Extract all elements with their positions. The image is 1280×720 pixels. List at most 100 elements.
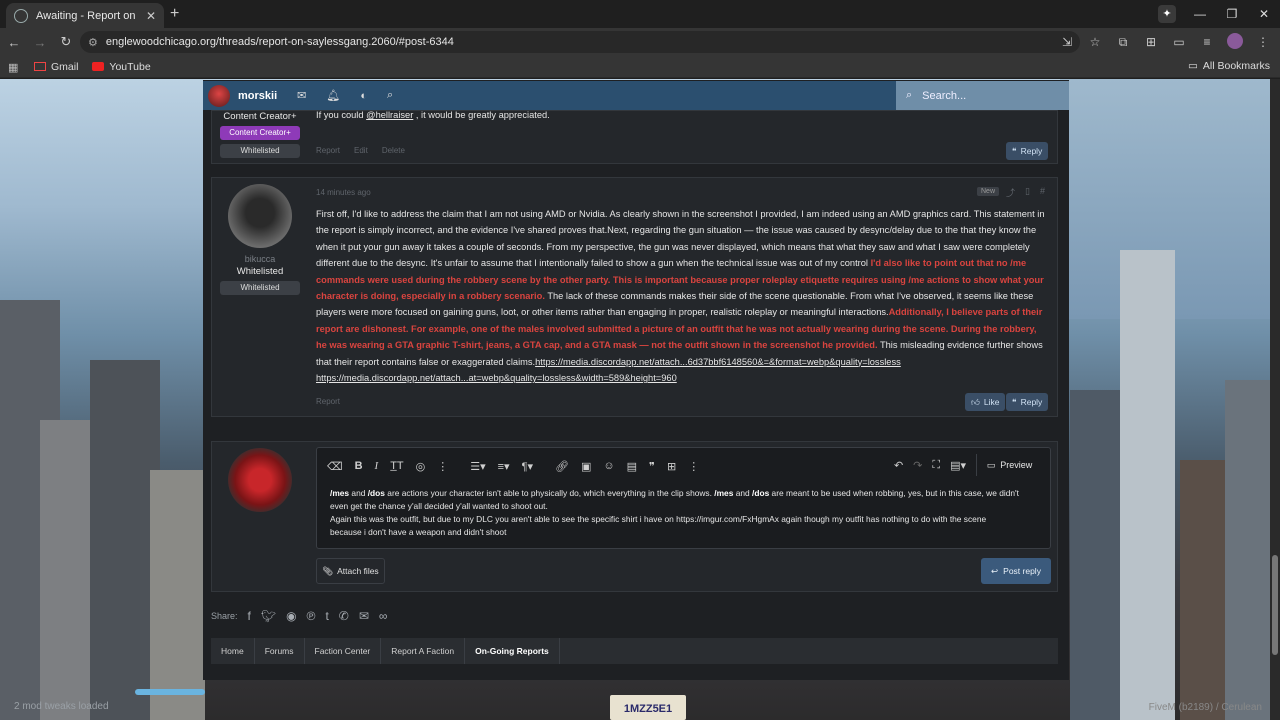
editor-content[interactable]: /mes and /dos are actions your character…: [330, 487, 1020, 539]
eraser-icon[interactable]: ⌫: [327, 460, 343, 473]
menu-icon[interactable]: ⋮: [1254, 35, 1272, 49]
list-icon[interactable]: ☰▾: [470, 460, 485, 473]
mention-link[interactable]: @hellraiser: [366, 110, 413, 120]
edit-link[interactable]: Edit: [354, 146, 368, 155]
post-reply-button[interactable]: ↩ Post reply: [981, 558, 1051, 584]
hud-build-text: FiveM (b2189) / Cerulean: [1148, 702, 1262, 713]
inbox-icon[interactable]: ✉: [297, 89, 306, 102]
link-icon[interactable]: ∞: [379, 609, 388, 623]
media-icon[interactable]: ▤: [627, 460, 637, 473]
paragraph-icon[interactable]: ¶▾: [522, 460, 533, 473]
facebook-icon[interactable]: f: [248, 609, 251, 623]
delete-link[interactable]: Delete: [382, 146, 405, 155]
minimize-icon[interactable]: —: [1184, 7, 1216, 21]
preview-button[interactable]: ▭ Preview: [976, 454, 1042, 476]
italic-icon[interactable]: I: [375, 460, 379, 472]
more-icon[interactable]: ⋮: [688, 460, 699, 473]
extension-icon[interactable]: ⧉: [1114, 35, 1132, 50]
puzzle-icon[interactable]: ⊞: [1142, 35, 1160, 49]
emoji-icon[interactable]: ☺: [603, 460, 614, 472]
search-icon[interactable]: ⌕: [387, 89, 393, 102]
undo-icon[interactable]: ↶: [894, 459, 903, 472]
breadcrumb-faction-center[interactable]: Faction Center: [305, 638, 382, 664]
drafts-icon[interactable]: ▤▾: [950, 459, 966, 472]
report-link[interactable]: Report: [316, 146, 340, 155]
avatar: [208, 84, 230, 107]
quote-icon[interactable]: ❞: [649, 460, 655, 473]
attach-files-button[interactable]: 📎︎ Attach files: [316, 558, 385, 584]
back-icon[interactable]: ←: [2, 35, 26, 50]
site-info-icon[interactable]: ⚙: [88, 36, 98, 49]
breadcrumb-home[interactable]: Home: [211, 638, 255, 664]
bookmark-gmail[interactable]: Gmail: [34, 61, 78, 73]
post: bikucca Whitelisted Whitelisted 14 minut…: [211, 177, 1058, 417]
scrollbar-thumb[interactable]: [1272, 555, 1278, 655]
post-body: If you could @hellraiser , it would be g…: [316, 110, 550, 120]
breadcrumb-forums[interactable]: Forums: [255, 638, 305, 664]
reload-icon[interactable]: ↻: [54, 34, 78, 50]
like-button[interactable]: 👍︎ Like: [965, 393, 1006, 411]
breadcrumb-ongoing-reports[interactable]: On-Going Reports: [465, 638, 560, 664]
image-icon[interactable]: ▣: [581, 460, 591, 473]
email-icon[interactable]: ✉: [359, 609, 369, 623]
hud-status-text: 2 mod tweaks loaded: [14, 701, 109, 712]
browser-tab[interactable]: Awaiting - Report on Saylessgang ✕: [6, 3, 164, 28]
link-icon[interactable]: 🔗︎: [555, 460, 569, 473]
share-label: Share:: [211, 611, 238, 621]
new-tab-icon[interactable]: +: [170, 5, 179, 23]
gemini-icon[interactable]: ✦: [1158, 5, 1176, 23]
user-pane: Content Creator+ Content Creator+ Whitel…: [220, 111, 300, 158]
post-username[interactable]: bikucca: [220, 254, 300, 264]
install-icon[interactable]: ⇲: [1058, 35, 1076, 49]
forward-icon[interactable]: →: [28, 35, 52, 50]
bookmark-icon[interactable]: ▯: [1025, 186, 1030, 199]
table-icon[interactable]: ⊞: [667, 460, 676, 473]
address-bar[interactable]: ⚙ englewoodchicago.org/threads/report-on…: [80, 31, 1080, 53]
search-input[interactable]: ⌕ Search...: [896, 81, 1069, 110]
whatsapp-icon[interactable]: ✆: [339, 609, 349, 623]
restore-icon[interactable]: ❐: [1216, 7, 1248, 21]
media-icon[interactable]: ≡: [1198, 35, 1216, 49]
tumblr-icon[interactable]: t: [325, 609, 328, 623]
apps-icon[interactable]: ▦: [8, 61, 20, 74]
align-icon[interactable]: ≡▾: [498, 460, 510, 473]
reply-button[interactable]: ❝ Reply: [1006, 393, 1049, 411]
forum-navbar: morskii ✉ 🔔︎ ◐ ⌕ ⌕ Search...: [203, 81, 1069, 110]
report-link[interactable]: Report: [316, 397, 340, 406]
paperclip-icon: 📎︎: [322, 565, 334, 576]
user-menu[interactable]: morskii: [208, 84, 277, 107]
breadcrumb-report-a-faction[interactable]: Report A Faction: [381, 638, 466, 664]
text-size-icon[interactable]: T̲T: [390, 460, 403, 472]
bookmark-star-icon[interactable]: ☆: [1086, 35, 1104, 49]
more-icon[interactable]: ⋮: [437, 460, 448, 473]
close-window-icon[interactable]: ✕: [1248, 7, 1280, 21]
search-icon: ⌕: [906, 89, 913, 101]
permalink-icon[interactable]: #: [1040, 186, 1045, 199]
toggle-icon[interactable]: ◐: [360, 90, 367, 102]
share-icon[interactable]: ⤴: [1006, 186, 1015, 199]
fullscreen-icon[interactable]: ⛶: [932, 459, 940, 472]
bookmark-youtube[interactable]: YouTube: [92, 61, 151, 73]
redo-icon[interactable]: ↷: [913, 459, 922, 472]
building: [1120, 250, 1175, 720]
profile-avatar[interactable]: [1226, 32, 1244, 52]
avatar: [228, 448, 292, 512]
bold-icon[interactable]: B: [355, 460, 363, 472]
attachment-link[interactable]: https://media.discordapp.net/attach...at…: [316, 373, 677, 383]
folder-icon: ▭: [1187, 60, 1198, 72]
twitter-icon[interactable]: 🐦︎: [261, 609, 276, 623]
reddit-icon[interactable]: ◉: [286, 609, 296, 623]
split-icon[interactable]: ▭: [1170, 35, 1188, 49]
reply-button[interactable]: ❝ Reply: [1006, 142, 1049, 160]
post-time[interactable]: 14 minutes ago: [316, 188, 371, 197]
color-icon[interactable]: ◎: [416, 460, 426, 473]
whitelisted-badge: Whitelisted: [220, 281, 300, 295]
all-bookmarks[interactable]: ▭ All Bookmarks: [1188, 60, 1270, 72]
attachment-link[interactable]: https://media.discordapp.net/attach...6d…: [535, 357, 901, 367]
pinterest-icon[interactable]: ℗: [307, 609, 316, 623]
reply-editor[interactable]: ⌫ B I T̲T ◎ ⋮ ☰▾ ≡▾ ¶▾ 🔗︎ ▣ ☺ ▤ ❞ ⊞ ⋮ ↶ …: [316, 447, 1051, 549]
bell-icon[interactable]: 🔔︎: [326, 89, 340, 102]
preview-icon: ▭: [986, 459, 996, 470]
close-tab-icon[interactable]: ✕: [146, 9, 156, 23]
avatar[interactable]: [228, 184, 292, 248]
